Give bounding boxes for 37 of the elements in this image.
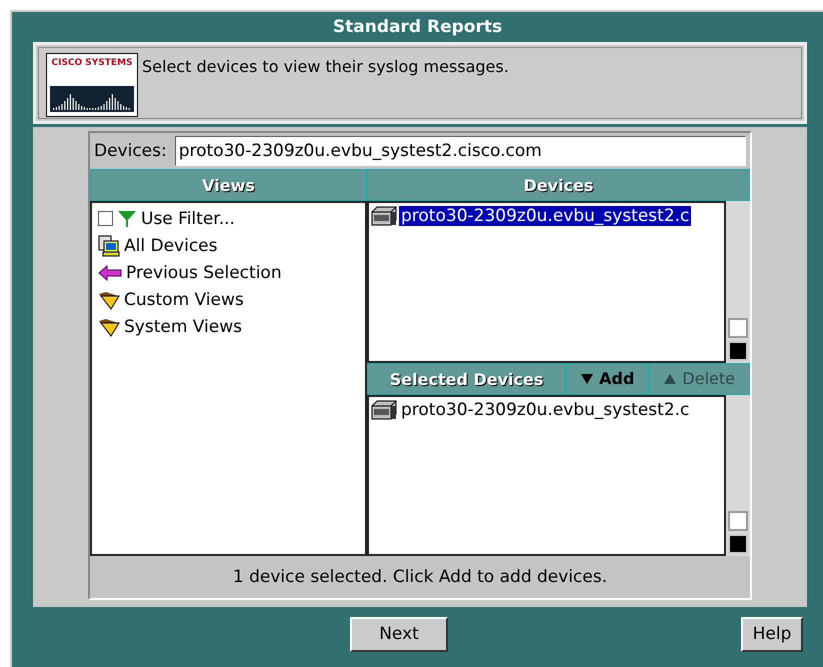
view-label: Custom Views	[124, 290, 244, 310]
view-item[interactable]: Previous Selection	[98, 259, 359, 286]
status-text: 1 device selected. Click Add to add devices.	[232, 566, 608, 589]
view-label: All Devices	[124, 236, 218, 256]
column-header: Views	[90, 169, 367, 201]
devices-field[interactable]: proto30-2309z0u.evbu_systest2.cisco.com	[174, 136, 746, 166]
logo-text: CISCO SYSTEMS	[51, 58, 133, 68]
device-item[interactable]: proto30-2309z0u.evbu_systest2.c	[399, 400, 692, 420]
column-header: Selected Devices	[367, 362, 566, 394]
next-button[interactable]: Next	[350, 616, 448, 652]
down-triangle-icon	[581, 374, 594, 384]
scrollbar[interactable]	[726, 394, 750, 556]
help-button[interactable]: Help	[741, 616, 803, 652]
view-item[interactable]: Use Filter...	[98, 205, 359, 232]
view-label: Use Filter...	[141, 208, 235, 228]
view-item[interactable]: All Devices	[98, 232, 359, 259]
view-label: System Views	[124, 316, 242, 336]
bars-icon	[50, 86, 134, 112]
device-item[interactable]: proto30-2309z0u.evbu_systest2.c	[399, 206, 692, 226]
folder-icon	[98, 316, 120, 336]
field-label: Devices:	[94, 141, 167, 161]
folder-icon	[98, 290, 120, 310]
add-button[interactable]: Add	[566, 362, 650, 394]
view-label: Previous Selection	[126, 262, 282, 282]
up-triangle-icon	[664, 374, 676, 384]
checkbox[interactable]	[98, 211, 113, 226]
view-item[interactable]: Custom Views	[98, 286, 359, 313]
header-message: Select devices to view their syslog messages.	[142, 57, 509, 76]
device-icon	[371, 400, 397, 420]
window-title: Standard Reports	[332, 16, 504, 39]
scrollbar[interactable]	[726, 201, 750, 362]
view-item[interactable]: System Views	[98, 313, 359, 340]
device-icon	[371, 206, 397, 226]
funnel-icon	[117, 208, 137, 228]
column-header: Devices	[367, 169, 750, 201]
computer-icon	[98, 234, 120, 256]
left-arrow-icon	[98, 264, 122, 280]
